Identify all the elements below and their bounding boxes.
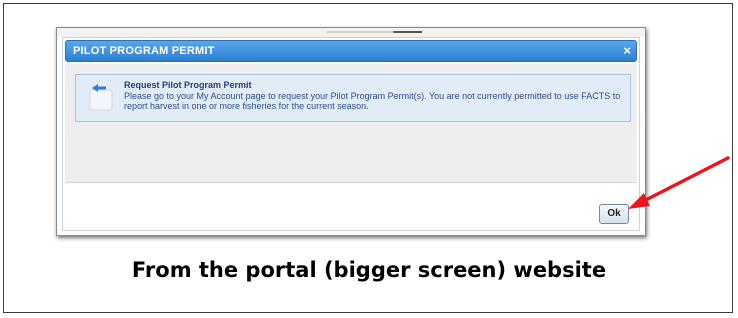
dialog-body: Request Pilot Program Permit Please go t… [65,64,637,182]
dialog-footer: Ok [65,182,637,228]
figure-caption: From the portal (bigger screen) website [131,258,607,282]
background-page-line [327,31,422,33]
info-title: Request Pilot Program Permit [124,80,252,90]
pilot-program-permit-dialog: PILOT PROGRAM PERMIT × Request Pilot Pro… [62,37,640,231]
dialog-screenshot: PILOT PROGRAM PERMIT × Request Pilot Pro… [56,27,646,236]
close-icon[interactable]: × [623,43,631,58]
info-message: Please go to your My Account page to req… [124,91,621,111]
dialog-title: PILOT PROGRAM PERMIT [73,45,215,57]
info-icon [89,84,113,111]
dialog-titlebar[interactable]: PILOT PROGRAM PERMIT × [65,40,637,62]
arrow-icon [628,156,730,209]
info-message-box: Request Pilot Program Permit Please go t… [75,74,631,122]
background-page-strip [57,28,645,37]
